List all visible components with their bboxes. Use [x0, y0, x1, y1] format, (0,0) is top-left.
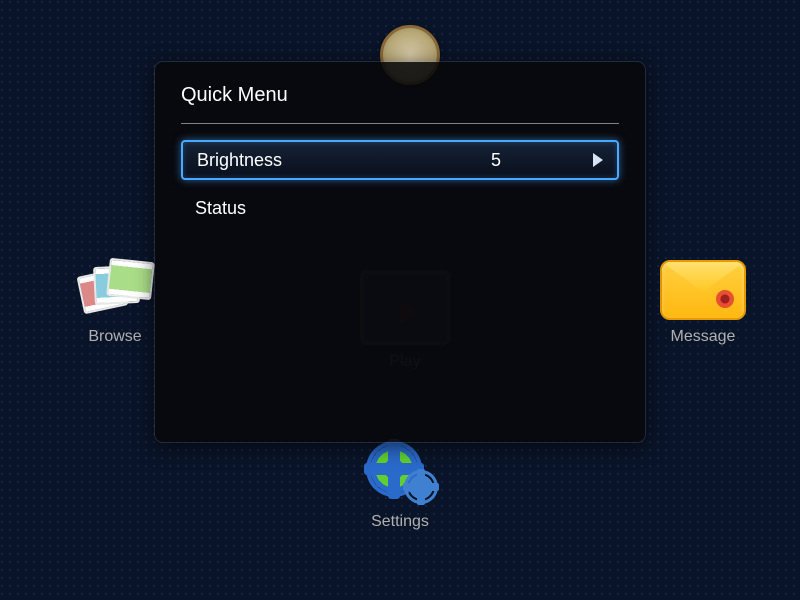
quick-menu-title: Quick Menu: [181, 84, 619, 124]
home-item-settings[interactable]: Settings: [365, 445, 435, 531]
home-item-browse[interactable]: Browse: [80, 260, 150, 346]
menu-item-value: 5: [491, 150, 581, 171]
photo-stack-icon: [80, 260, 150, 320]
menu-item-label: Brightness: [197, 150, 491, 171]
menu-item-brightness[interactable]: Brightness 5: [181, 140, 619, 180]
chevron-right-icon[interactable]: [593, 153, 603, 167]
browse-label: Browse: [80, 328, 150, 346]
menu-item-status[interactable]: Status: [181, 188, 619, 228]
home-item-message[interactable]: Message: [660, 260, 746, 346]
settings-label: Settings: [365, 513, 435, 531]
message-label: Message: [660, 328, 746, 346]
envelope-icon: [660, 260, 746, 320]
gear-icon: [365, 445, 435, 505]
quick-menu-panel: Quick Menu Brightness 5 Status: [155, 62, 645, 442]
menu-item-label: Status: [195, 198, 605, 219]
flower-icon: [716, 290, 734, 308]
